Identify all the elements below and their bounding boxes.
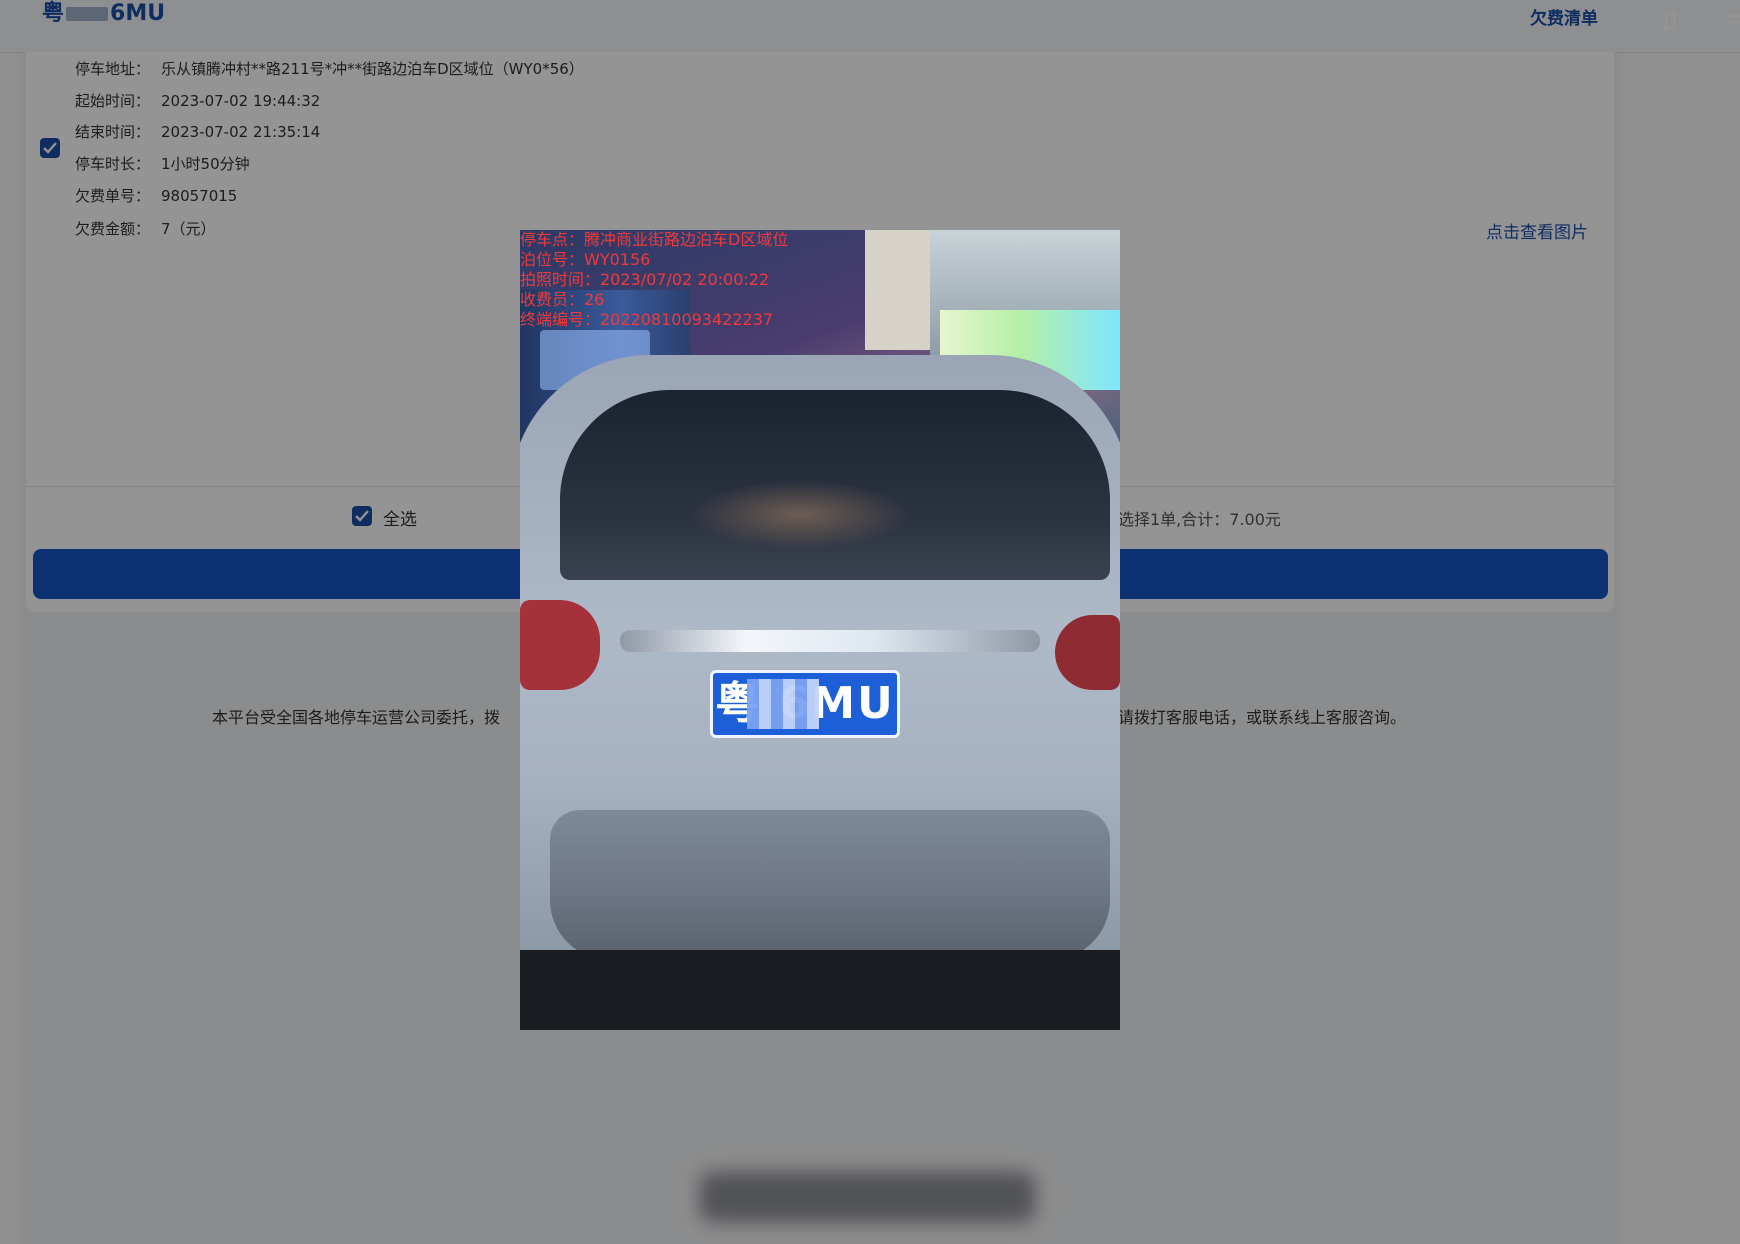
photo-info-time: 拍照时间：2023/07/02 20:00:22 (520, 270, 770, 289)
photo-info-berth: 泊位号：WY0156 (520, 250, 651, 269)
parking-photo[interactable]: 粤 6MU (520, 230, 1120, 1030)
tail-light-left (520, 600, 600, 690)
car-chrome-strip (620, 630, 1040, 652)
tail-light-right (1055, 615, 1120, 690)
photo-info-terminal: 终端编号：20220810093422237 (520, 310, 774, 329)
photo-info-collector: 收费员：26 (520, 290, 605, 309)
car-bumper (550, 810, 1110, 960)
photo-info-location: 停车点：腾冲商业街路边泊车D区域位 (520, 230, 789, 249)
photo-watermark-info: 停车点：腾冲商业街路边泊车D区域位 泊位号：WY0156 拍照时间：2023/0… (520, 230, 788, 330)
license-plate-mask (747, 679, 819, 729)
license-plate: 粤 6MU (710, 670, 900, 738)
